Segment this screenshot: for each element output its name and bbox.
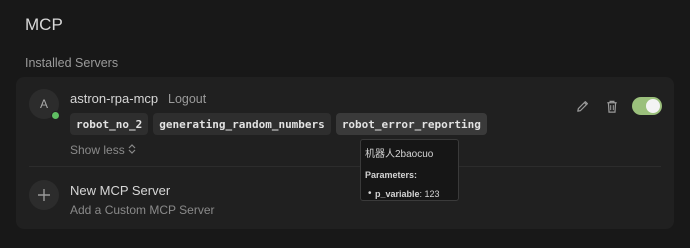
tooltip-param-item: p_variable: 123 — [365, 188, 454, 199]
section-label-installed-servers: Installed Servers — [25, 56, 119, 70]
chevron-up-down-icon — [128, 144, 136, 156]
page-title: MCP — [25, 15, 63, 34]
tooltip-description: 机器人2baocuo — [365, 149, 434, 160]
divider — [29, 166, 661, 167]
toggle-knob — [646, 99, 660, 113]
new-mcp-server-button[interactable]: New MCP Server Add a Custom MCP Server — [16, 172, 674, 222]
server-enabled-toggle[interactable] — [632, 97, 662, 115]
server-actions — [572, 96, 662, 116]
show-less-label: Show less — [70, 143, 125, 157]
tooltip-param-name: p_variable — [375, 189, 420, 199]
new-server-subtitle: Add a Custom MCP Server — [70, 203, 215, 217]
pencil-icon[interactable] — [572, 96, 592, 116]
plus-icon — [29, 180, 59, 210]
server-row: A astron-rpa-mcp Logout robot_no_2 gener… — [16, 77, 674, 165]
servers-card: A astron-rpa-mcp Logout robot_no_2 gener… — [16, 77, 674, 229]
tool-list: robot_no_2 generating_random_numbers rob… — [70, 113, 487, 135]
tool-chip-robot-no-2[interactable]: robot_no_2 — [70, 113, 149, 135]
tooltip-params-label: Parameters: — [365, 170, 418, 180]
tool-chip-generating-random-numbers[interactable]: generating_random_numbers — [153, 113, 331, 135]
new-server-title: New MCP Server — [70, 183, 171, 198]
show-less-button[interactable]: Show less — [70, 143, 136, 157]
logout-link[interactable]: Logout — [168, 92, 206, 106]
tool-chip-robot-error-reporting[interactable]: robot_error_reporting — [335, 113, 487, 135]
tooltip-param-value: 123 — [424, 189, 440, 199]
status-dot — [51, 111, 60, 120]
tool-tooltip: 机器人2baocuo Parameters: p_variable: 123 — [360, 139, 459, 201]
trash-icon[interactable] — [602, 96, 622, 116]
server-name: astron-rpa-mcp — [70, 91, 159, 106]
